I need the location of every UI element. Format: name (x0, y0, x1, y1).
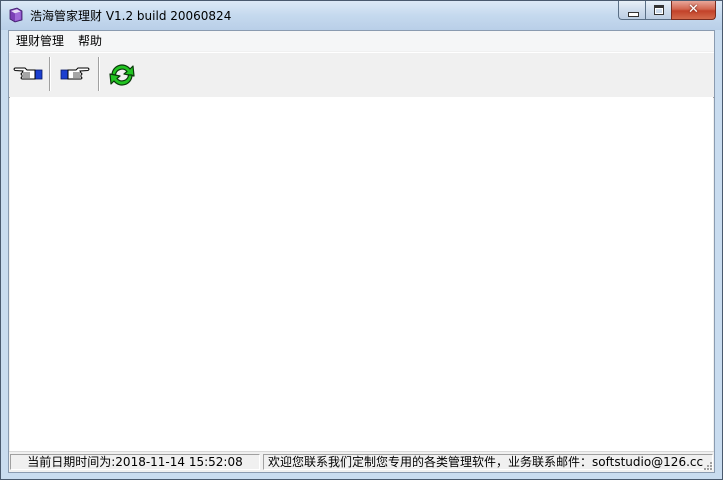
caption-buttons: ✕ (618, 1, 716, 21)
window-title: 浩海管家理财 V1.2 build 20060824 (30, 9, 232, 23)
minimize-button[interactable] (618, 1, 645, 20)
application-window: 浩海管家理财 V1.2 build 20060824 ✕ 理财管理 帮助 当前日… (0, 0, 723, 480)
resize-grip-icon[interactable] (701, 459, 713, 471)
maximize-icon (654, 5, 664, 15)
close-button[interactable]: ✕ (671, 1, 716, 20)
client-area: 理财管理 帮助 当前日期时间为:2018-11-14 15:52:08 欢迎您联… (8, 30, 715, 473)
menu-bar: 理财管理 帮助 (9, 31, 714, 51)
status-bar: 当前日期时间为:2018-11-14 15:52:08 欢迎您联系我们定制您专用… (9, 451, 714, 472)
toolbar (9, 52, 714, 98)
title-bar[interactable]: 浩海管家理财 V1.2 build 20060824 ✕ (1, 1, 722, 30)
maximize-button[interactable] (645, 1, 671, 20)
refresh-arrows-icon (109, 64, 135, 86)
menu-help[interactable]: 帮助 (71, 31, 109, 51)
status-contact-message: 欢迎您联系我们定制您专用的各类管理软件，业务联系邮件：softstudio@12… (263, 454, 713, 470)
toolbar-button-back[interactable] (10, 57, 46, 93)
hand-point-right-icon (60, 67, 90, 80)
app-book-icon[interactable] (8, 7, 24, 23)
hand-point-left-icon (13, 67, 43, 80)
toolbar-separator (98, 57, 100, 91)
toolbar-separator (49, 57, 51, 91)
toolbar-button-forward[interactable] (57, 57, 93, 93)
status-datetime: 当前日期时间为:2018-11-14 15:52:08 (10, 454, 260, 470)
menu-finance-management[interactable]: 理财管理 (9, 31, 71, 51)
minimize-icon (628, 12, 639, 17)
main-workspace[interactable] (10, 97, 713, 453)
close-icon: ✕ (688, 2, 699, 17)
toolbar-button-refresh[interactable] (104, 57, 140, 93)
